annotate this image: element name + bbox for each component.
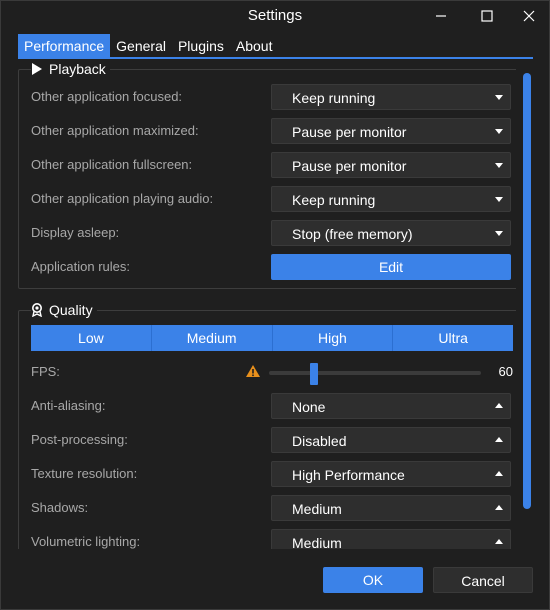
- fps-value: 60: [498, 364, 513, 379]
- chevron-down-icon: [495, 129, 503, 134]
- setting-row: Post-processing: Disabled: [31, 427, 513, 453]
- minimize-icon: [436, 15, 446, 17]
- shadows-dropdown[interactable]: Medium: [271, 495, 511, 521]
- performance-panel: Playback Other application focused: Keep…: [18, 59, 516, 549]
- setting-row: Other application fullscreen: Pause per …: [31, 152, 513, 178]
- volumetric-lighting-dropdown[interactable]: Medium: [271, 529, 511, 549]
- chevron-down-icon: [495, 197, 503, 202]
- chevron-up-icon: [495, 471, 503, 476]
- setting-label: Other application focused:: [31, 89, 183, 104]
- maximize-button[interactable]: [467, 1, 507, 31]
- tab-about[interactable]: About: [230, 34, 279, 58]
- fps-row: FPS: 60: [31, 359, 513, 385]
- quality-badge-icon: [32, 303, 42, 317]
- quality-title: Quality: [49, 302, 93, 318]
- setting-label: Other application playing audio:: [31, 191, 214, 206]
- preset-high-button[interactable]: High: [272, 325, 394, 351]
- setting-label: Shadows:: [31, 500, 89, 515]
- chevron-down-icon: [495, 163, 503, 168]
- settings-window: Settings Performance General Plugins Abo…: [0, 0, 550, 610]
- play-icon: [32, 63, 42, 75]
- tab-general[interactable]: General: [110, 34, 172, 58]
- chevron-down-icon: [495, 231, 503, 236]
- preset-low-button[interactable]: Low: [31, 325, 152, 351]
- preset-ultra-button[interactable]: Ultra: [393, 325, 513, 351]
- fullscreen-dropdown[interactable]: Pause per monitor: [271, 152, 511, 178]
- dropdown-value: High Performance: [292, 467, 405, 483]
- post-processing-dropdown[interactable]: Disabled: [271, 427, 511, 453]
- playback-title: Playback: [49, 61, 106, 77]
- ok-button[interactable]: OK: [323, 567, 423, 593]
- playback-header[interactable]: Playback: [31, 60, 110, 78]
- chevron-up-icon: [495, 437, 503, 442]
- setting-row: Other application focused: Keep running: [31, 84, 513, 110]
- edit-rules-button[interactable]: Edit: [271, 254, 511, 280]
- texture-resolution-dropdown[interactable]: High Performance: [271, 461, 511, 487]
- quality-group: Quality Low Medium High Ultra FPS: 60 An…: [18, 301, 516, 549]
- setting-row: Volumetric lighting: Medium: [31, 529, 513, 549]
- setting-row: Other application playing audio: Keep ru…: [31, 186, 513, 212]
- slider-handle[interactable]: [310, 363, 318, 385]
- playback-group: Playback Other application focused: Keep…: [18, 60, 516, 289]
- chevron-up-icon: [495, 505, 503, 510]
- setting-row: Anti-aliasing: None: [31, 393, 513, 419]
- maximize-icon: [481, 10, 493, 22]
- setting-row: Shadows: Medium: [31, 495, 513, 521]
- setting-label: Volumetric lighting:: [31, 534, 141, 549]
- fps-label: FPS:: [31, 364, 60, 379]
- tab-performance[interactable]: Performance: [18, 34, 111, 58]
- setting-row: Other application maximized: Pause per m…: [31, 118, 513, 144]
- dropdown-value: Keep running: [292, 192, 376, 208]
- vertical-scrollbar[interactable]: [523, 73, 531, 509]
- setting-label: Texture resolution:: [31, 466, 138, 481]
- display-asleep-dropdown[interactable]: Stop (free memory): [271, 220, 511, 246]
- setting-label: Other application fullscreen:: [31, 157, 193, 172]
- setting-label: Post-processing:: [31, 432, 128, 447]
- setting-label: Application rules:: [31, 259, 130, 274]
- slider-track: [269, 371, 481, 375]
- chevron-up-icon: [495, 539, 503, 544]
- chevron-up-icon: [495, 403, 503, 408]
- dropdown-value: Pause per monitor: [292, 158, 407, 174]
- fps-slider[interactable]: [269, 363, 481, 385]
- dropdown-value: Medium: [292, 501, 342, 517]
- dropdown-value: None: [292, 399, 326, 415]
- setting-row: Display asleep: Stop (free memory): [31, 220, 513, 246]
- quality-preset-selector: Low Medium High Ultra: [31, 325, 513, 351]
- preset-medium-button[interactable]: Medium: [151, 325, 273, 351]
- scrollbar-thumb[interactable]: [523, 73, 531, 509]
- audio-dropdown[interactable]: Keep running: [271, 186, 511, 212]
- dropdown-value: Medium: [292, 535, 342, 549]
- warning-icon: [246, 365, 260, 377]
- setting-label: Other application maximized:: [31, 123, 199, 138]
- anti-aliasing-dropdown[interactable]: None: [271, 393, 511, 419]
- dropdown-value: Stop (free memory): [292, 226, 413, 242]
- close-icon: [523, 10, 535, 22]
- minimize-button[interactable]: [421, 1, 461, 31]
- tab-bar: Performance General Plugins About: [18, 34, 278, 58]
- cancel-button[interactable]: Cancel: [433, 567, 533, 593]
- setting-label: Display asleep:: [31, 225, 120, 240]
- dropdown-value: Disabled: [292, 433, 347, 449]
- chevron-down-icon: [495, 95, 503, 100]
- setting-row: Texture resolution: High Performance: [31, 461, 513, 487]
- close-button[interactable]: [509, 1, 549, 31]
- setting-label: Anti-aliasing:: [31, 398, 106, 413]
- focused-dropdown[interactable]: Keep running: [271, 84, 511, 110]
- dropdown-value: Keep running: [292, 90, 376, 106]
- quality-header[interactable]: Quality: [31, 301, 97, 319]
- dropdown-value: Pause per monitor: [292, 124, 407, 140]
- maximized-dropdown[interactable]: Pause per monitor: [271, 118, 511, 144]
- title-bar: Settings: [1, 1, 549, 31]
- tab-plugins[interactable]: Plugins: [172, 34, 230, 58]
- setting-row: Application rules: Edit: [31, 254, 513, 280]
